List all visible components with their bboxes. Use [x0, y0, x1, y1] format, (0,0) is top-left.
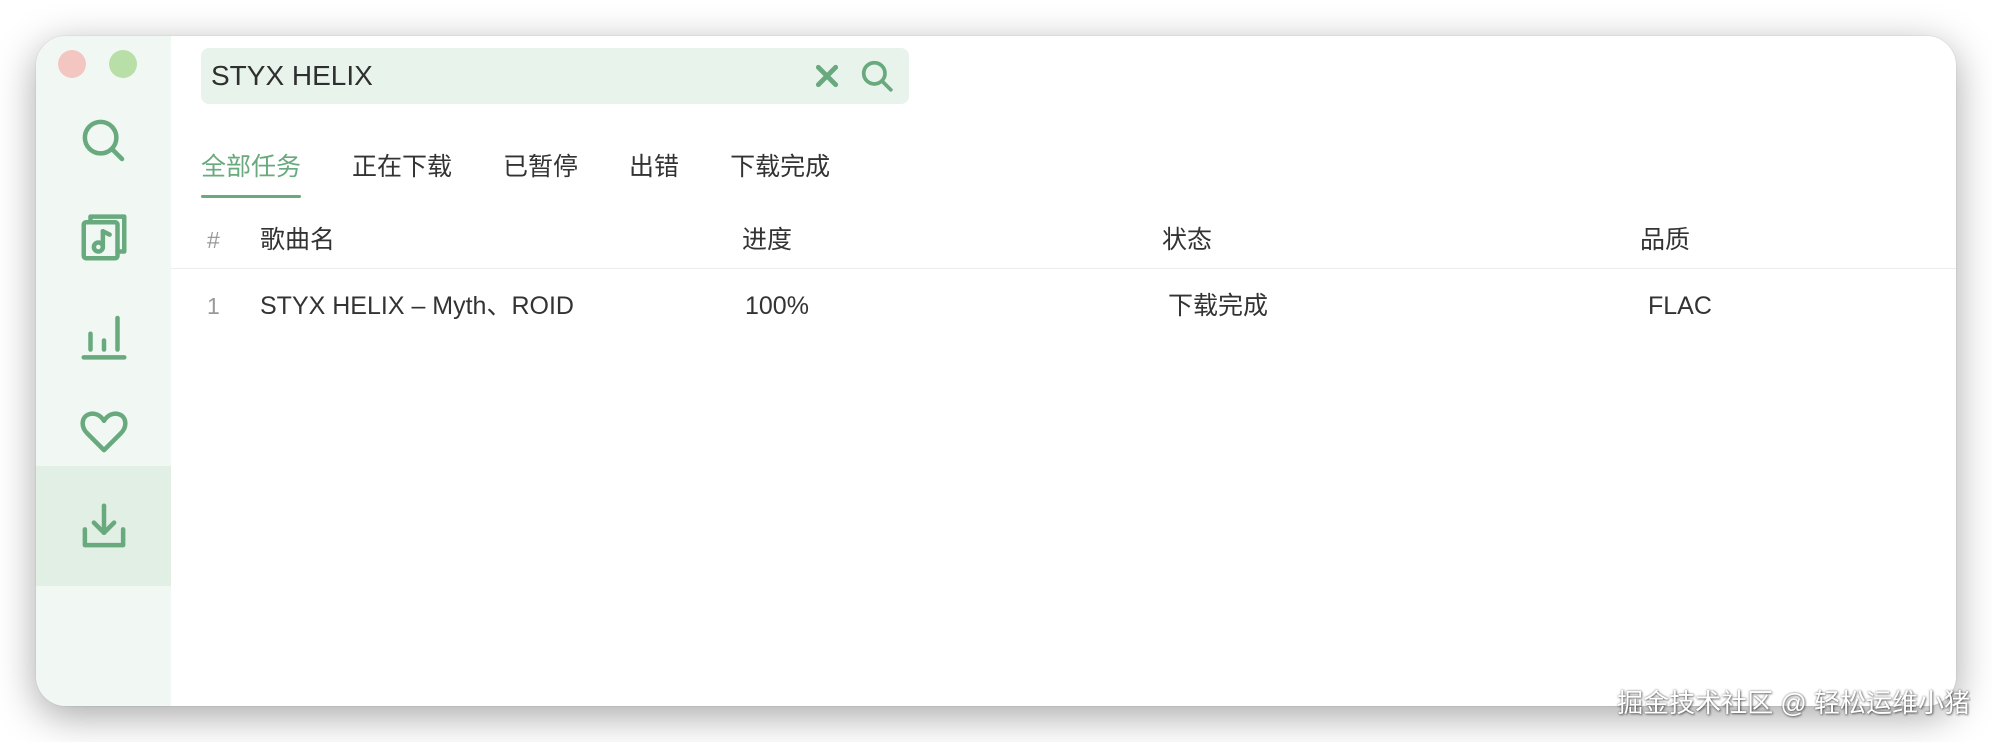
sidebar	[36, 36, 171, 706]
clear-search-button[interactable]	[805, 54, 849, 98]
row-index: 1	[207, 293, 220, 319]
search-icon	[82, 119, 124, 162]
tab-errors[interactable]: 出错	[629, 144, 679, 194]
table-header: # 歌曲名 进度 状态 品质	[171, 212, 1956, 269]
main-panel: 全部任务 正在下载 已暂停 出错 下载完成 # 歌曲名 进度 状态 品质 1 S…	[171, 36, 1956, 706]
column-header-quality: 品质	[1640, 226, 1691, 254]
tab-paused[interactable]: 已暂停	[503, 144, 578, 194]
sidebar-item-downloads[interactable]	[36, 466, 171, 586]
close-icon	[815, 64, 839, 88]
tab-completed[interactable]: 下载完成	[730, 144, 830, 194]
search-button[interactable]	[855, 54, 899, 98]
table-row[interactable]: 1 STYX HELIX – Myth、ROID 100% 下载完成 FLAC	[171, 276, 1956, 336]
window-close-button[interactable]	[58, 50, 86, 78]
column-header-progress: 进度	[742, 226, 793, 254]
music-file-icon	[81, 214, 126, 261]
row-song-name: STYX HELIX – Myth、ROID	[260, 292, 574, 320]
search-input[interactable]	[201, 48, 805, 104]
watermark: 掘金技术社区 @ 轻松运维小猪	[1617, 688, 1970, 718]
search-bar	[201, 48, 909, 104]
bar-chart-icon	[81, 315, 126, 360]
row-quality: FLAC	[1648, 292, 1712, 320]
column-header-index: #	[207, 227, 220, 253]
download-tabs: 全部任务 正在下载 已暂停 出错 下载完成	[201, 144, 881, 200]
window-maximize-button[interactable]	[109, 50, 137, 78]
download-icon	[82, 503, 125, 548]
app-window: 全部任务 正在下载 已暂停 出错 下载完成 # 歌曲名 进度 状态 品质 1 S…	[36, 36, 1956, 706]
heart-icon	[80, 411, 127, 453]
column-header-status: 状态	[1162, 226, 1213, 254]
tab-downloading[interactable]: 正在下载	[352, 144, 452, 194]
search-icon	[861, 60, 893, 92]
tab-all-tasks[interactable]: 全部任务	[201, 144, 302, 198]
row-status: 下载完成	[1168, 292, 1269, 320]
row-progress: 100%	[745, 292, 809, 320]
column-header-name: 歌曲名	[260, 226, 336, 254]
